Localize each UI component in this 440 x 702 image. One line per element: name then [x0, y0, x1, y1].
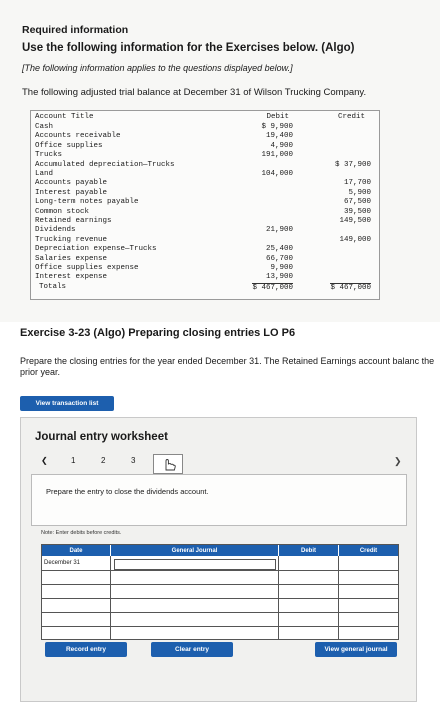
account-title: Long-term notes payable	[35, 198, 139, 207]
debit-amount: 19,400	[265, 132, 293, 141]
debit-credit-note: Note: Enter debits before credits.	[41, 530, 122, 536]
required-heading: Required information	[22, 24, 129, 36]
col-journal-header: General Journal	[111, 545, 278, 556]
journal-account-input[interactable]	[114, 559, 276, 570]
trial-balance-row: Land 104,000	[35, 170, 375, 179]
trial-balance-row: Interest payable 5,900	[35, 189, 375, 198]
chevron-right-icon[interactable]: ❯	[394, 456, 402, 467]
applies-note: [The following information applies to th…	[22, 63, 293, 73]
account-title: Trucks	[35, 151, 63, 160]
row-divider	[42, 626, 398, 627]
col-date-header: Date	[42, 545, 110, 556]
account-title: Totals	[39, 282, 67, 291]
col-credit-header: Credit	[339, 545, 398, 556]
debit-amount: 191,000	[261, 151, 293, 160]
view-transaction-list-button[interactable]: View transaction list	[20, 396, 114, 411]
debit-amount: 13,900	[265, 273, 293, 282]
col-account-title: Account Title	[35, 113, 94, 121]
account-title: Dividends	[35, 226, 76, 235]
page-2[interactable]: 2	[101, 456, 105, 465]
credit-amount: 39,500	[343, 207, 371, 216]
account-title: Cash	[35, 123, 54, 131]
journal-grid: Date General Journal Debit Credit Decemb…	[41, 544, 399, 640]
account-title: Office supplies expense	[35, 264, 139, 272]
debit-amount: 66,700	[265, 254, 293, 263]
credit-amount: 149,500	[339, 217, 371, 225]
debit-amount: 4,900	[270, 141, 293, 150]
date-value[interactable]: December 31	[44, 560, 80, 566]
trial-balance-row: Interest expense 13,900	[35, 273, 375, 282]
debit-amount: 21,900	[265, 226, 293, 235]
account-title: Accumulated depreciation—Trucks	[35, 160, 175, 169]
account-title: Accounts receivable	[35, 132, 121, 141]
trial-balance-row: Trucking revenue 149,000	[35, 236, 375, 245]
account-title: Office supplies	[35, 141, 103, 150]
account-title: Accounts payable	[35, 179, 108, 188]
trial-balance-intro: The following adjusted trial balance at …	[22, 87, 367, 98]
credit-amount: $ 37,900	[334, 160, 371, 169]
record-entry-button[interactable]: Record entry	[45, 642, 127, 657]
account-title: Interest payable	[35, 188, 108, 197]
col-debit-header: Debit	[279, 545, 338, 556]
trial-balance-header: Account Title Debit Credit	[35, 113, 375, 122]
trial-balance-row: Cash $ 9,900	[35, 123, 375, 132]
worksheet-title: Journal entry worksheet	[35, 431, 168, 443]
view-general-journal-button[interactable]: View general journal	[315, 642, 397, 657]
entry-instruction-box: Prepare the entry to close the dividends…	[31, 474, 407, 526]
trial-balance-row: Office supplies expense 9,900	[35, 264, 375, 273]
credit-amount: $ 467,000	[330, 282, 371, 292]
row-divider	[42, 612, 398, 613]
trial-balance-row: Common stock 39,500	[35, 208, 375, 217]
account-title: Retained earnings	[35, 217, 112, 225]
row-divider	[42, 584, 398, 585]
page-3[interactable]: 3	[131, 456, 135, 465]
col-divider	[110, 556, 111, 639]
col-debit: Debit	[266, 113, 289, 121]
trial-balance-row: Accounts payable 17,700	[35, 179, 375, 188]
account-title: Salaries expense	[35, 254, 108, 263]
exercise-prompt: Prepare the closing entries for the year…	[20, 356, 435, 377]
credit-amount: 67,500	[343, 198, 371, 207]
page-1[interactable]: 1	[71, 456, 75, 465]
debit-amount: $ 9,900	[261, 123, 293, 131]
entry-instruction: Prepare the entry to close the dividends…	[46, 487, 209, 496]
account-title: Common stock	[35, 207, 90, 216]
clear-entry-button[interactable]: Clear entry	[151, 642, 233, 657]
col-divider	[338, 556, 339, 639]
credit-amount: 17,700	[343, 179, 371, 188]
credit-amount: 5,900	[348, 188, 371, 197]
account-title: Land	[35, 170, 54, 178]
chevron-left-icon[interactable]: ❮	[41, 456, 48, 465]
trial-balance-row: Salaries expense 66,700	[35, 255, 375, 264]
col-divider	[278, 556, 279, 639]
trial-balance-row: Depreciation expense—Trucks 25,400	[35, 245, 375, 254]
trial-balance-row: Office supplies 4,900	[35, 142, 375, 151]
debit-amount: 104,000	[261, 170, 293, 178]
col-credit: Credit	[337, 113, 365, 121]
debit-amount: $ 467,000	[252, 282, 293, 292]
debit-amount: 9,900	[270, 264, 293, 272]
row-divider	[42, 598, 398, 599]
hand-pointer-icon[interactable]	[153, 454, 183, 474]
trial-balance-row: Totals $ 467,000 $ 467,000	[35, 282, 375, 292]
exercise-title: Exercise 3-23 (Algo) Preparing closing e…	[20, 327, 296, 339]
trial-balance-row: Accounts receivable 19,400	[35, 132, 375, 141]
debit-amount: 25,400	[265, 245, 293, 254]
row-divider	[42, 570, 398, 571]
trial-balance-row: Accumulated depreciation—Trucks $ 37,900	[35, 161, 375, 170]
credit-amount: 149,000	[339, 235, 371, 244]
account-title: Trucking revenue	[35, 235, 108, 244]
trial-balance-row: Long-term notes payable 67,500	[35, 198, 375, 207]
journal-entry-worksheet: Journal entry worksheet ❮ 1 2 3 ❯ Prepar…	[20, 417, 417, 702]
use-heading: Use the following information for the Ex…	[22, 42, 355, 54]
trial-balance-row: Retained earnings 149,500	[35, 217, 375, 226]
trial-balance-row: Trucks 191,000	[35, 151, 375, 160]
trial-balance-row: Dividends 21,900	[35, 226, 375, 235]
account-title: Depreciation expense—Trucks	[35, 245, 157, 254]
account-title: Interest expense	[35, 273, 108, 282]
trial-balance-table: Account Title Debit Credit Cash $ 9,900 Ac…	[30, 110, 380, 300]
exercise-info-section: Required information Use the following i…	[0, 0, 440, 322]
